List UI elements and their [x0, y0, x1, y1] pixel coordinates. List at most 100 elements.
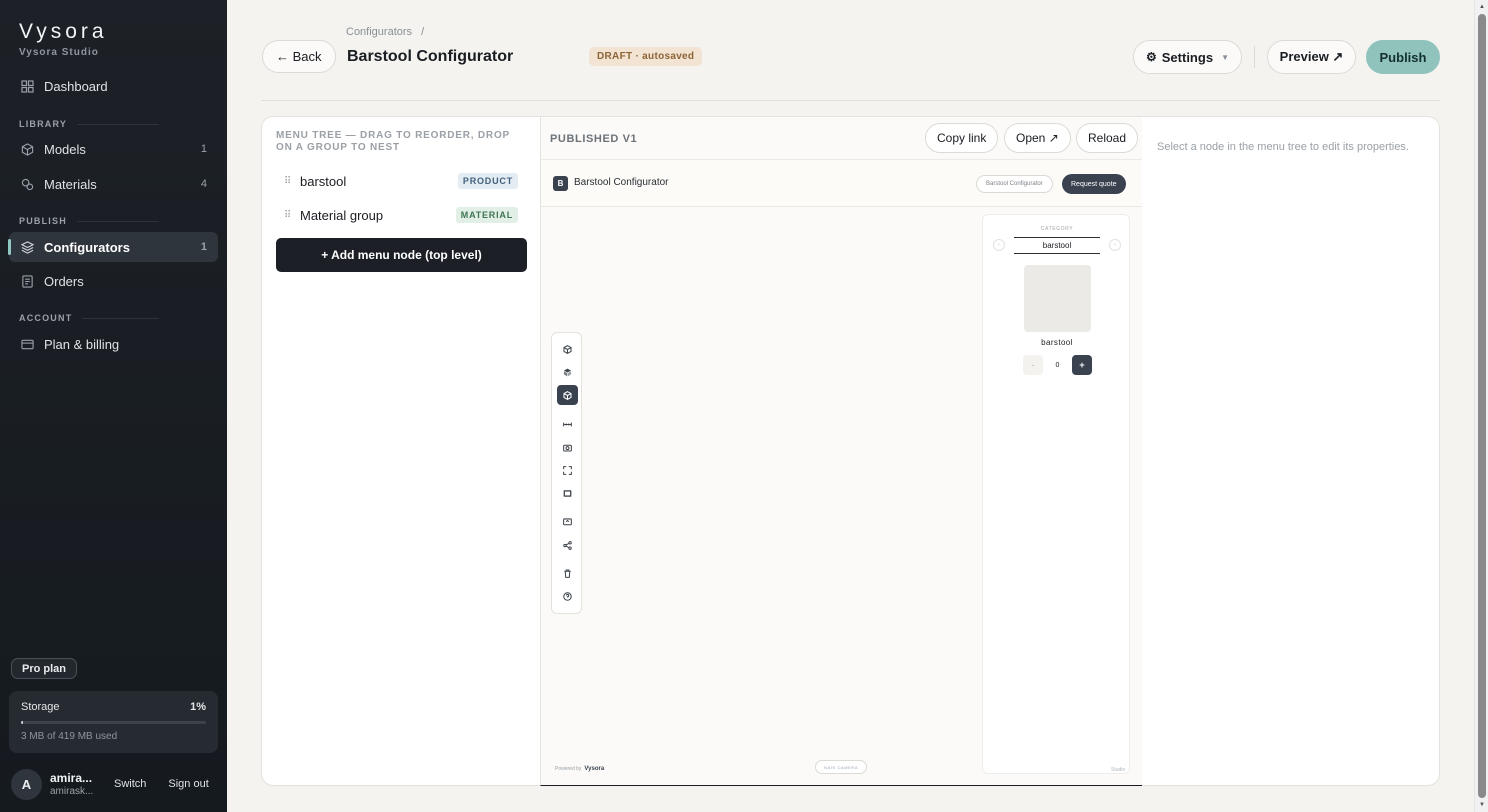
back-button[interactable]: ← Back [262, 40, 336, 73]
product-thumbnail[interactable] [1024, 265, 1091, 332]
section-label-account: ACCOUNT [19, 313, 159, 323]
switch-account-button[interactable]: Switch [114, 778, 146, 790]
scroll-down-icon[interactable]: ▼ [1478, 801, 1486, 809]
tree-node-tag: MATERIAL [455, 207, 518, 223]
sidebar-item-materials[interactable]: Materials 4 [9, 169, 218, 199]
measure-icon[interactable] [557, 414, 578, 434]
sidebar-item-dashboard[interactable]: Dashboard [9, 71, 218, 101]
sidebar: Vysora Vysora Studio Dashboard LIBRARY M… [0, 0, 227, 812]
breadcrumb-configurators[interactable]: Configurators [346, 26, 412, 38]
sidebar-item-billing[interactable]: Plan & billing [9, 329, 218, 359]
add-menu-node-button[interactable]: + Add menu node (top level) [276, 238, 527, 272]
sidebar-item-label: Configurators [44, 239, 130, 255]
user-email: amirask... [50, 786, 94, 797]
studio-label: Studio [1111, 767, 1126, 773]
cube-icon [20, 142, 34, 156]
trash-icon[interactable] [557, 563, 578, 583]
menu-tree-title: MENU TREE — DRAG TO REORDER, DROP ON A G… [276, 130, 510, 153]
video-icon[interactable] [557, 483, 578, 503]
category-value[interactable]: barstool [1014, 237, 1100, 254]
breadcrumb: Configurators / [346, 26, 424, 38]
sidebar-item-label: Dashboard [44, 78, 108, 94]
storage-percent: 1% [190, 701, 206, 713]
user-name: amira... [50, 771, 93, 785]
camera-icon[interactable] [557, 437, 578, 457]
sign-out-button[interactable]: Sign out [168, 778, 208, 790]
embed-header: B Barstool Configurator Barstool Configu… [541, 161, 1144, 207]
embed-title-chip[interactable]: Barstool Configurator [976, 175, 1053, 193]
storage-progress-bar [21, 721, 206, 724]
receipt-icon [20, 274, 34, 288]
camera-chip[interactable]: NAIS CAMERA [815, 760, 868, 774]
plan-badge[interactable]: Pro plan [11, 658, 78, 679]
share-icon[interactable] [557, 535, 578, 555]
copy-link-button[interactable]: Copy link [925, 123, 999, 153]
user-info: amira... amirask... [50, 771, 102, 797]
sidebar-item-models[interactable]: Models 1 [9, 134, 218, 164]
tree-node-tag: PRODUCT [457, 173, 518, 189]
sidebar-item-configurators[interactable]: Configurators 1 [8, 232, 218, 262]
publish-button[interactable]: Publish [1366, 40, 1440, 74]
section-label-publish: PUBLISH [19, 216, 159, 226]
brand[interactable]: Vysora Vysora Studio [19, 20, 108, 58]
header-divider-line [261, 100, 1440, 101]
sidebar-item-label: Models [44, 141, 86, 157]
settings-button[interactable]: ⚙ Settings ▼ [1133, 40, 1242, 74]
tree-node-label: barstool [300, 173, 347, 189]
preview-panel: PUBLISHED V1 Copy link Open ↗ Reload B B… [540, 116, 1144, 786]
quantity-value: 0 [1055, 361, 1060, 369]
fullscreen-icon[interactable] [557, 460, 578, 480]
user-row: A amira... amirask... Switch Sign out [11, 768, 220, 800]
preview-version-label: PUBLISHED V1 [550, 133, 638, 145]
scrollbar-thumb[interactable] [1478, 14, 1486, 798]
properties-panel: Select a node in the menu tree to edit i… [1142, 116, 1440, 786]
request-quote-button[interactable]: Request quote [1062, 174, 1126, 194]
avatar[interactable]: A [11, 768, 42, 800]
sidebar-item-label: Orders [44, 273, 84, 289]
viewer-toolbar [551, 332, 582, 614]
embed-title: Barstool Configurator [574, 177, 669, 188]
tree-node-material-group[interactable]: ⠿ Material group MATERIAL [276, 201, 528, 229]
materials-count: 4 [200, 178, 207, 190]
tree-node-barstool[interactable]: ⠿ barstool PRODUCT [276, 167, 528, 195]
scroll-up-icon[interactable]: ▲ [1478, 3, 1486, 11]
configurators-count: 1 [200, 241, 207, 253]
help-icon[interactable] [557, 586, 578, 606]
open-button[interactable]: Open ↗ [1004, 123, 1071, 153]
storage-progress-fill [21, 721, 23, 724]
card-icon [20, 337, 34, 351]
sidebar-item-orders[interactable]: Orders [9, 266, 218, 296]
chevron-down-icon: ▼ [1221, 52, 1229, 62]
sidebar-item-label: Materials [44, 176, 97, 192]
product-thumbnail-label: barstool [1041, 338, 1073, 347]
page-title: Barstool Configurator [347, 48, 514, 65]
page-scrollbar[interactable]: ▲ ▼ [1474, 0, 1488, 812]
quantity-increment-button[interactable]: + [1072, 355, 1092, 375]
preview-header: PUBLISHED V1 Copy link Open ↗ Reload [541, 117, 1144, 160]
brand-name: Vysora [19, 20, 108, 43]
settings-label: Settings [1161, 49, 1214, 65]
drag-handle-icon[interactable]: ⠿ [284, 176, 298, 187]
embed-options-card: CATEGORY ‹ barstool › barstool - 0 + [982, 214, 1130, 774]
reload-button[interactable]: Reload [1076, 123, 1139, 153]
preview-button[interactable]: Preview ↗ [1267, 40, 1356, 74]
drag-handle-icon[interactable]: ⠿ [284, 210, 298, 221]
cube-view-icon[interactable] [557, 339, 578, 359]
layers-icon [20, 240, 34, 254]
cube-outline-icon[interactable] [557, 385, 578, 405]
grid-icon [20, 79, 34, 93]
cube-solid-icon[interactable] [557, 362, 578, 382]
materials-icon [20, 177, 34, 191]
embed-logo: B [553, 176, 568, 191]
quantity-decrement-button[interactable]: - [1023, 355, 1043, 375]
category-prev-icon[interactable]: ‹ [993, 239, 1005, 251]
header-divider [1254, 46, 1255, 68]
storage-used-text: 3 MB of 419 MB used [21, 731, 118, 742]
quantity-stepper: - 0 + [1023, 355, 1092, 375]
section-label-library: LIBRARY [19, 119, 159, 129]
category-next-icon[interactable]: › [1109, 239, 1121, 251]
powered-by-brand[interactable]: Vysora [584, 766, 604, 772]
properties-hint: Select a node in the menu tree to edit i… [1157, 141, 1409, 153]
image-export-icon[interactable] [557, 511, 578, 531]
sidebar-item-label: Plan & billing [44, 336, 120, 352]
